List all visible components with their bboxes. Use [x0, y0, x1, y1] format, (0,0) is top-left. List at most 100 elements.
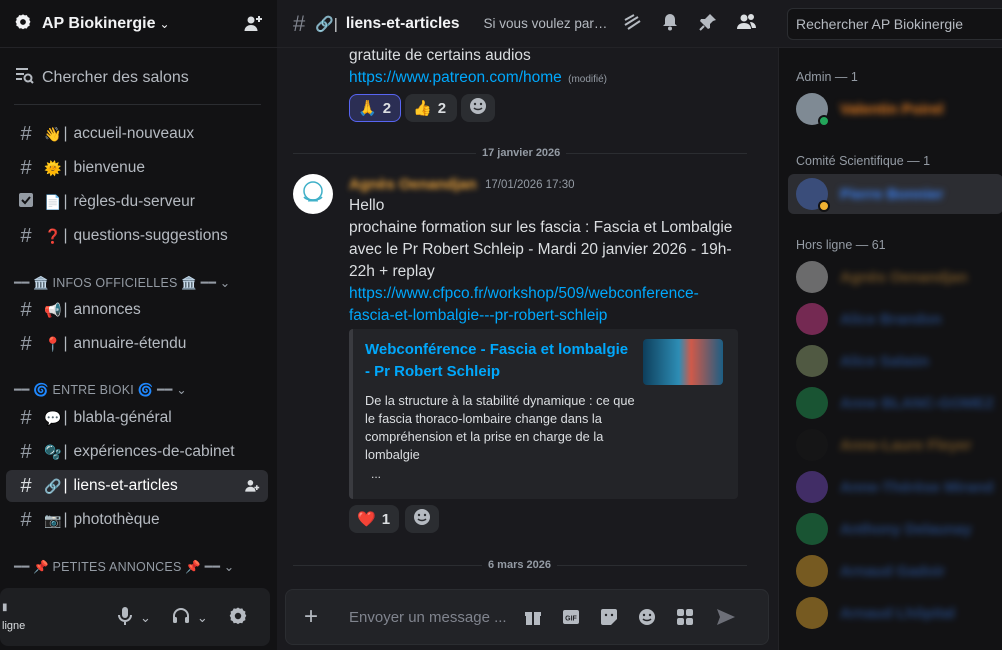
message-line: avec le Pr Robert Schleip - Mardi 20 jan… [349, 241, 732, 258]
discord-avatar-icon [796, 303, 828, 335]
chevron-down-icon[interactable]: ⌄ [197, 610, 208, 626]
message-area: gratuite de certains audios https://www.… [277, 47, 778, 650]
member-item[interactable]: Anne BLANC-GOMEZ [788, 383, 1002, 423]
user-controls: ⌄ ⌄ [116, 606, 248, 630]
member-item[interactable]: Valentin Poirel [788, 89, 1002, 129]
member-item[interactable]: Alice Salaün [788, 341, 1002, 381]
settings-gear-icon[interactable] [228, 606, 248, 630]
hash-icon: # [20, 440, 32, 463]
channel-topic[interactable]: Si vous voulez partager des liens [484, 16, 608, 31]
category-infos-officielles[interactable]: ━━ 🏛️ INFOS OFFICIELLES 🏛️ ━━ ⌄ [14, 275, 230, 291]
discord-avatar-icon [796, 555, 828, 587]
message-composer[interactable]: + Envoyer un message ... GIF [285, 589, 769, 645]
reaction-thumbs-up[interactable]: 👍 2 [405, 94, 457, 122]
channel-liens-et-articles[interactable]: # 🔗 | liens-et-articles [6, 470, 268, 502]
message-line: prochaine formation sur les fascia : Fas… [349, 219, 733, 236]
add-reaction-button[interactable] [461, 94, 495, 122]
avatar [796, 471, 828, 503]
message-link-row: https://www.patreon.com/home (modifié) [349, 67, 607, 91]
message-input[interactable]: Envoyer un message ... [349, 609, 507, 626]
server-header[interactable]: AP Biokinergie ⌄ [0, 0, 277, 48]
microphone-icon[interactable] [116, 606, 134, 630]
member-item[interactable]: Agnès Oenandjan [788, 257, 1002, 297]
member-name: Pierre Bonnier [840, 185, 944, 203]
member-list-icon[interactable] [736, 12, 758, 36]
headphones-icon[interactable] [171, 606, 191, 630]
channel-emoji: 📄 [44, 193, 62, 210]
channel-annuaire-etendu[interactable]: # 📍 | annuaire-étendu [6, 328, 268, 360]
bell-icon[interactable] [660, 12, 680, 36]
channel-regles-du-serveur[interactable]: 📄 | règles-du-serveur [6, 186, 268, 218]
svg-text:GIF: GIF [565, 616, 577, 623]
user-panel: ▮ ligne ⌄ ⌄ [0, 588, 270, 646]
channel-emoji: 👋 [44, 125, 62, 142]
member-name: Valentin Poirel [840, 100, 944, 118]
channel-experiences-de-cabinet[interactable]: # 🫧 | expériences-de-cabinet [6, 436, 268, 468]
invite-icon[interactable] [244, 478, 260, 499]
channel-name: liens-et-articles [73, 477, 178, 494]
channel-phototheque[interactable]: # 📷 | photothèque [6, 504, 268, 536]
date-label: 17 janvier 2026 [476, 147, 567, 159]
add-reaction-button[interactable] [405, 505, 439, 533]
sticker-icon[interactable] [600, 608, 618, 630]
search-channels-button[interactable]: Chercher des salons [14, 66, 189, 89]
rules-checkbox-icon [16, 191, 36, 214]
message-author[interactable]: Agnès Oenandjan [349, 176, 477, 193]
pin-icon[interactable] [698, 12, 718, 36]
reaction-pray[interactable]: 🙏 2 [349, 94, 401, 122]
reaction-heart[interactable]: ❤️ 1 [349, 505, 399, 533]
member-item[interactable]: Pierre Bonnier [788, 174, 1002, 214]
author-avatar[interactable] [293, 174, 333, 214]
hash-icon: # [20, 508, 32, 531]
hash-icon: # [293, 10, 306, 36]
channel-accueil-nouveaux[interactable]: # 👋 | accueil-nouveaux [6, 118, 268, 150]
channel-emoji: 🔗 [44, 477, 62, 494]
member-name: Agnès Oenandjan [840, 268, 968, 286]
category-entre-bioki[interactable]: ━━ 🌀 ENTRE BIOKI 🌀 ━━ ⌄ [14, 382, 187, 398]
server-name: AP Biokinergie [42, 14, 156, 32]
smiley-plus-icon [469, 97, 487, 119]
divider [14, 104, 261, 105]
embed-title[interactable]: Webconférence - Fascia et lombalgie - Pr… [365, 339, 630, 383]
category-petites-annonces[interactable]: ━━ 📌 PETITES ANNONCES 📌 ━━ ⌄ [14, 559, 234, 575]
server-gear-icon [14, 13, 32, 35]
member-item[interactable]: Anne-Laure Fleyer [788, 425, 1002, 465]
channel-name: photothèque [73, 511, 160, 528]
member-item[interactable]: Arnaud Lhôpital [788, 593, 1002, 633]
channel-name: blabla-général [73, 409, 172, 426]
channel-blabla-general[interactable]: # 💬 | blabla-général [6, 402, 268, 434]
gif-icon[interactable]: GIF [562, 608, 580, 630]
threads-icon[interactable] [622, 12, 642, 36]
plus-icon[interactable]: + [304, 603, 318, 631]
channel-annonces[interactable]: # 📢 | annonces [6, 294, 268, 326]
emoji-icon[interactable] [638, 608, 656, 630]
topbar-icons [622, 12, 758, 36]
member-name: Anne-Thérèse Mirand [840, 478, 994, 496]
avatar [796, 345, 828, 377]
server-search-input[interactable]: Rechercher AP Biokinergie [787, 8, 1002, 40]
channel-questions-suggestions[interactable]: # ❓ | questions-suggestions [6, 220, 268, 252]
hash-icon: # [20, 156, 32, 179]
gift-icon[interactable] [524, 608, 542, 630]
member-item[interactable]: Anthony Delaunay [788, 509, 1002, 549]
embed-thumbnail[interactable] [643, 339, 723, 385]
patreon-link[interactable]: https://www.patreon.com/home [349, 69, 562, 86]
workshop-link[interactable]: https://www.cfpco.fr/workshop/509/webcon… [349, 283, 699, 305]
status-idle-icon [818, 200, 830, 212]
channel-bienvenue[interactable]: # 🌞 | bienvenue [6, 152, 268, 184]
member-item[interactable]: Anne-Thérèse Mirand [788, 467, 1002, 507]
member-group-header: Comité Scientifique — 1 [796, 154, 931, 168]
apps-icon[interactable] [676, 608, 694, 630]
member-group-header: Hors ligne — 61 [796, 238, 886, 252]
member-item[interactable]: Alice Brandon [788, 299, 1002, 339]
date-label: 6 mars 2026 [482, 559, 557, 571]
avatar [796, 93, 830, 127]
send-icon[interactable] [716, 608, 736, 630]
message-text: gratuite de certains audios [349, 47, 531, 64]
workshop-link-cont[interactable]: fascia-et-lombalgie---pr-robert-schleip [349, 305, 607, 327]
chevron-down-icon[interactable]: ⌄ [140, 610, 151, 626]
channel-name: expériences-de-cabinet [73, 443, 235, 460]
channel-name: règles-du-serveur [73, 193, 195, 210]
add-member-icon[interactable] [243, 14, 263, 38]
member-item[interactable]: Arnaud Gadoir [788, 551, 1002, 591]
